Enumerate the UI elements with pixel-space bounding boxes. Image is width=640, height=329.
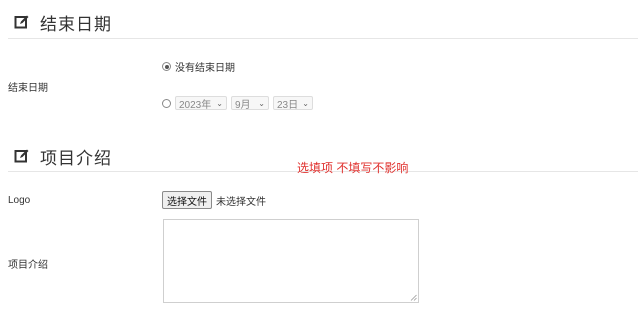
section-title-end-date: 结束日期: [40, 14, 112, 34]
year-select-value: 2023年: [179, 99, 212, 111]
intro-label: 项目介绍: [8, 260, 48, 271]
resize-handle-icon[interactable]: [410, 294, 417, 301]
section-header-intro: 项目介绍: [14, 143, 112, 169]
chevron-down-icon: ⌄: [302, 98, 309, 108]
radio-no-end-date-label: 没有结束日期: [175, 63, 235, 74]
edit-icon: [14, 14, 30, 30]
logo-label: Logo: [8, 195, 31, 206]
end-date-label: 结束日期: [8, 83, 48, 94]
file-status: 未选择文件: [216, 196, 266, 208]
radio-button[interactable]: [162, 98, 171, 108]
chevron-down-icon: ⌄: [216, 98, 223, 108]
radio-specific-date[interactable]: 2023年 ⌄ 9月 ⌄ 23日 ⌄: [162, 96, 317, 111]
day-select[interactable]: 23日 ⌄: [273, 96, 313, 111]
year-select[interactable]: 2023年 ⌄: [175, 96, 227, 111]
section-header-end-date: 结束日期: [14, 9, 112, 35]
divider: [8, 38, 638, 39]
radio-no-end-date[interactable]: 没有结束日期: [162, 59, 235, 74]
hint-text: 选填项 不填写不影响: [297, 161, 409, 175]
page: 结束日期 结束日期 没有结束日期 2023年 ⌄ 9月 ⌄ 23日 ⌄ 项目介绍: [0, 0, 640, 329]
edit-icon: [14, 148, 30, 164]
month-select[interactable]: 9月 ⌄: [231, 96, 269, 111]
radio-button-checked[interactable]: [162, 62, 171, 71]
day-select-value: 23日: [277, 99, 299, 111]
month-select-value: 9月: [235, 99, 251, 111]
section-title-intro: 项目介绍: [40, 148, 112, 168]
intro-textarea[interactable]: [163, 219, 419, 303]
choose-file-button[interactable]: 选择文件: [162, 191, 212, 209]
chevron-down-icon: ⌄: [258, 98, 265, 108]
logo-file-input[interactable]: 选择文件 未选择文件: [162, 191, 266, 209]
